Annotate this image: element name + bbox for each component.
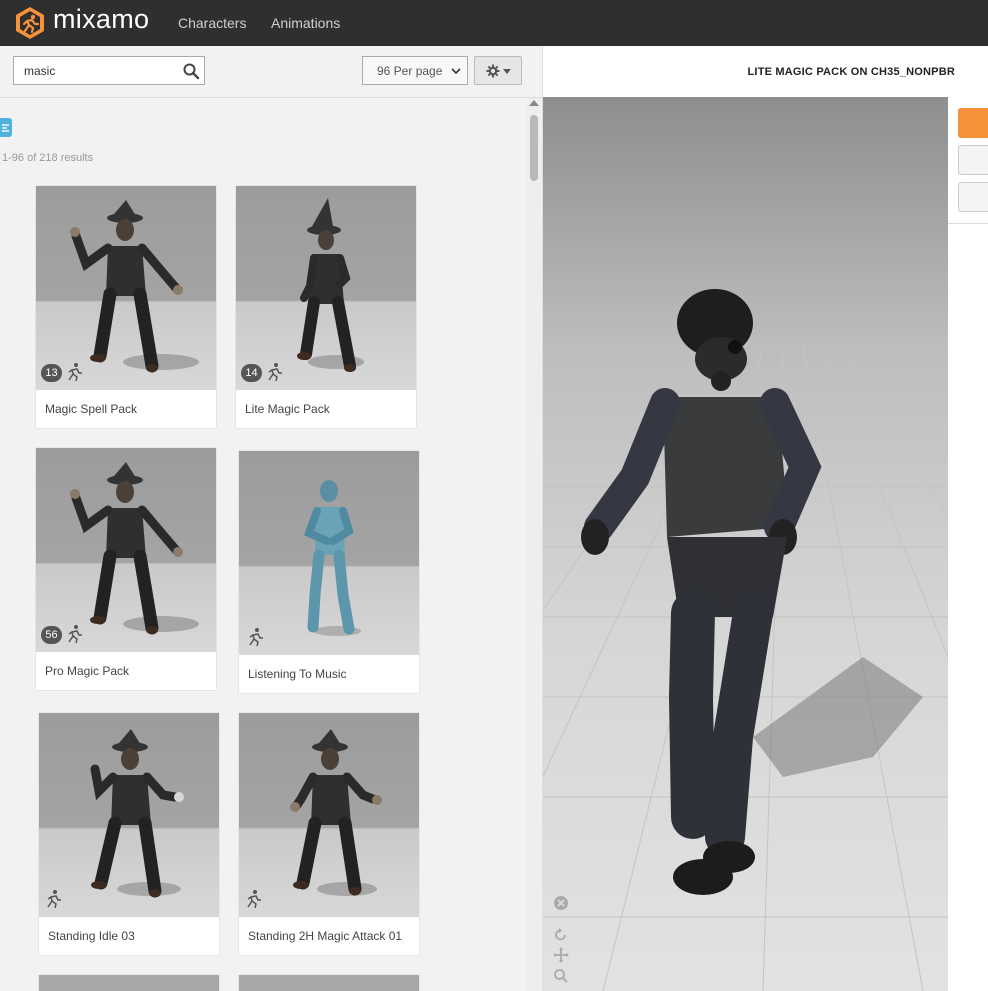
wizard-character-figure [70,462,199,635]
animation-card[interactable] [239,975,419,991]
nav-characters[interactable]: Characters [178,15,246,31]
3d-viewport[interactable] [543,97,948,991]
wizard-character-figure [70,200,199,373]
animation-count-badge: 13 [41,364,62,382]
top-navigation-bar: mixamo Characters Animations [0,0,988,46]
results-scrollbar[interactable] [527,98,541,991]
filter-icon [2,124,9,132]
animation-title: Magic Spell Pack [45,402,138,416]
animation-browser-panel: 96 Per page 1-96 of 218 results [0,46,542,991]
animation-card[interactable]: Standing Idle 03 [39,713,219,955]
running-figure-icon [47,890,61,909]
animation-thumbnail: 13 [36,186,216,390]
running-figure-icon [68,363,82,382]
wizard-character-figure [90,729,184,898]
running-figure-icon [247,890,261,909]
running-figure-icon [249,628,263,647]
close-icon[interactable] [553,895,569,911]
gear-icon [486,64,500,78]
filter-toggle-tab[interactable] [0,118,12,137]
animation-card[interactable]: 56 Pro Magic Pack [36,448,224,698]
running-figure-icon [268,363,282,382]
pan-icon[interactable] [553,947,569,963]
animation-thumbnail: 14 [236,186,416,390]
preview-title: LITE MAGIC PACK ON CH35_NONPBR [747,66,955,78]
mixamo-logo-icon[interactable] [14,6,46,40]
animation-card[interactable]: 14 Lite Magic Pack [236,186,424,436]
preview-panel: LITE MAGIC PACK ON CH35_NONPBR [542,46,988,991]
caret-down-icon [503,69,511,74]
nav-animations[interactable]: Animations [271,15,340,31]
animation-thumbnail [239,451,419,655]
search-box [13,56,205,85]
per-page-select[interactable]: 96 Per page [362,56,468,85]
animation-title: Lite Magic Pack [245,402,330,416]
side-actions [948,97,988,224]
zoom-icon[interactable] [553,968,569,984]
animation-count-badge: 14 [241,364,262,382]
settings-dropdown-button[interactable] [474,56,522,85]
scrollbar-thumb[interactable] [530,115,538,181]
animation-card[interactable]: Standing 2H Magic Attack 01 [239,713,419,955]
per-page-value: 96 Per page [377,64,443,78]
results-count: 1-96 of 218 results [2,152,94,164]
animation-title: Listening To Music [248,667,347,681]
search-icon[interactable] [182,62,200,80]
rotate-icon[interactable] [553,927,569,943]
animation-card[interactable]: Listening To Music [239,451,419,693]
animation-thumbnail [39,713,219,917]
brand-name[interactable]: mixamo [53,4,149,35]
wizard-character-figure [290,729,382,896]
scroll-up-arrow[interactable] [529,100,539,106]
robot-character-figure [303,480,361,636]
animation-card[interactable] [39,975,219,991]
animation-thumbnail [239,713,419,917]
animation-title: Standing 2H Magic Attack 01 [248,929,403,943]
animation-count-badge: 56 [41,626,62,644]
download-button[interactable] [958,108,988,138]
side-action-button[interactable] [958,145,988,175]
animation-thumbnail: 56 [36,448,216,652]
chevron-down-icon [451,68,461,75]
search-input[interactable] [14,57,184,84]
animation-card[interactable]: 13 Magic Spell Pack [36,186,224,436]
side-action-button[interactable] [958,182,988,212]
running-figure-icon [68,625,82,644]
animation-title: Standing Idle 03 [48,929,135,943]
animation-title: Pro Magic Pack [45,664,130,678]
browser-toolbar: 96 Per page [0,46,542,98]
soldier-character-figure [581,289,923,895]
wizard-character-figure [297,198,364,372]
